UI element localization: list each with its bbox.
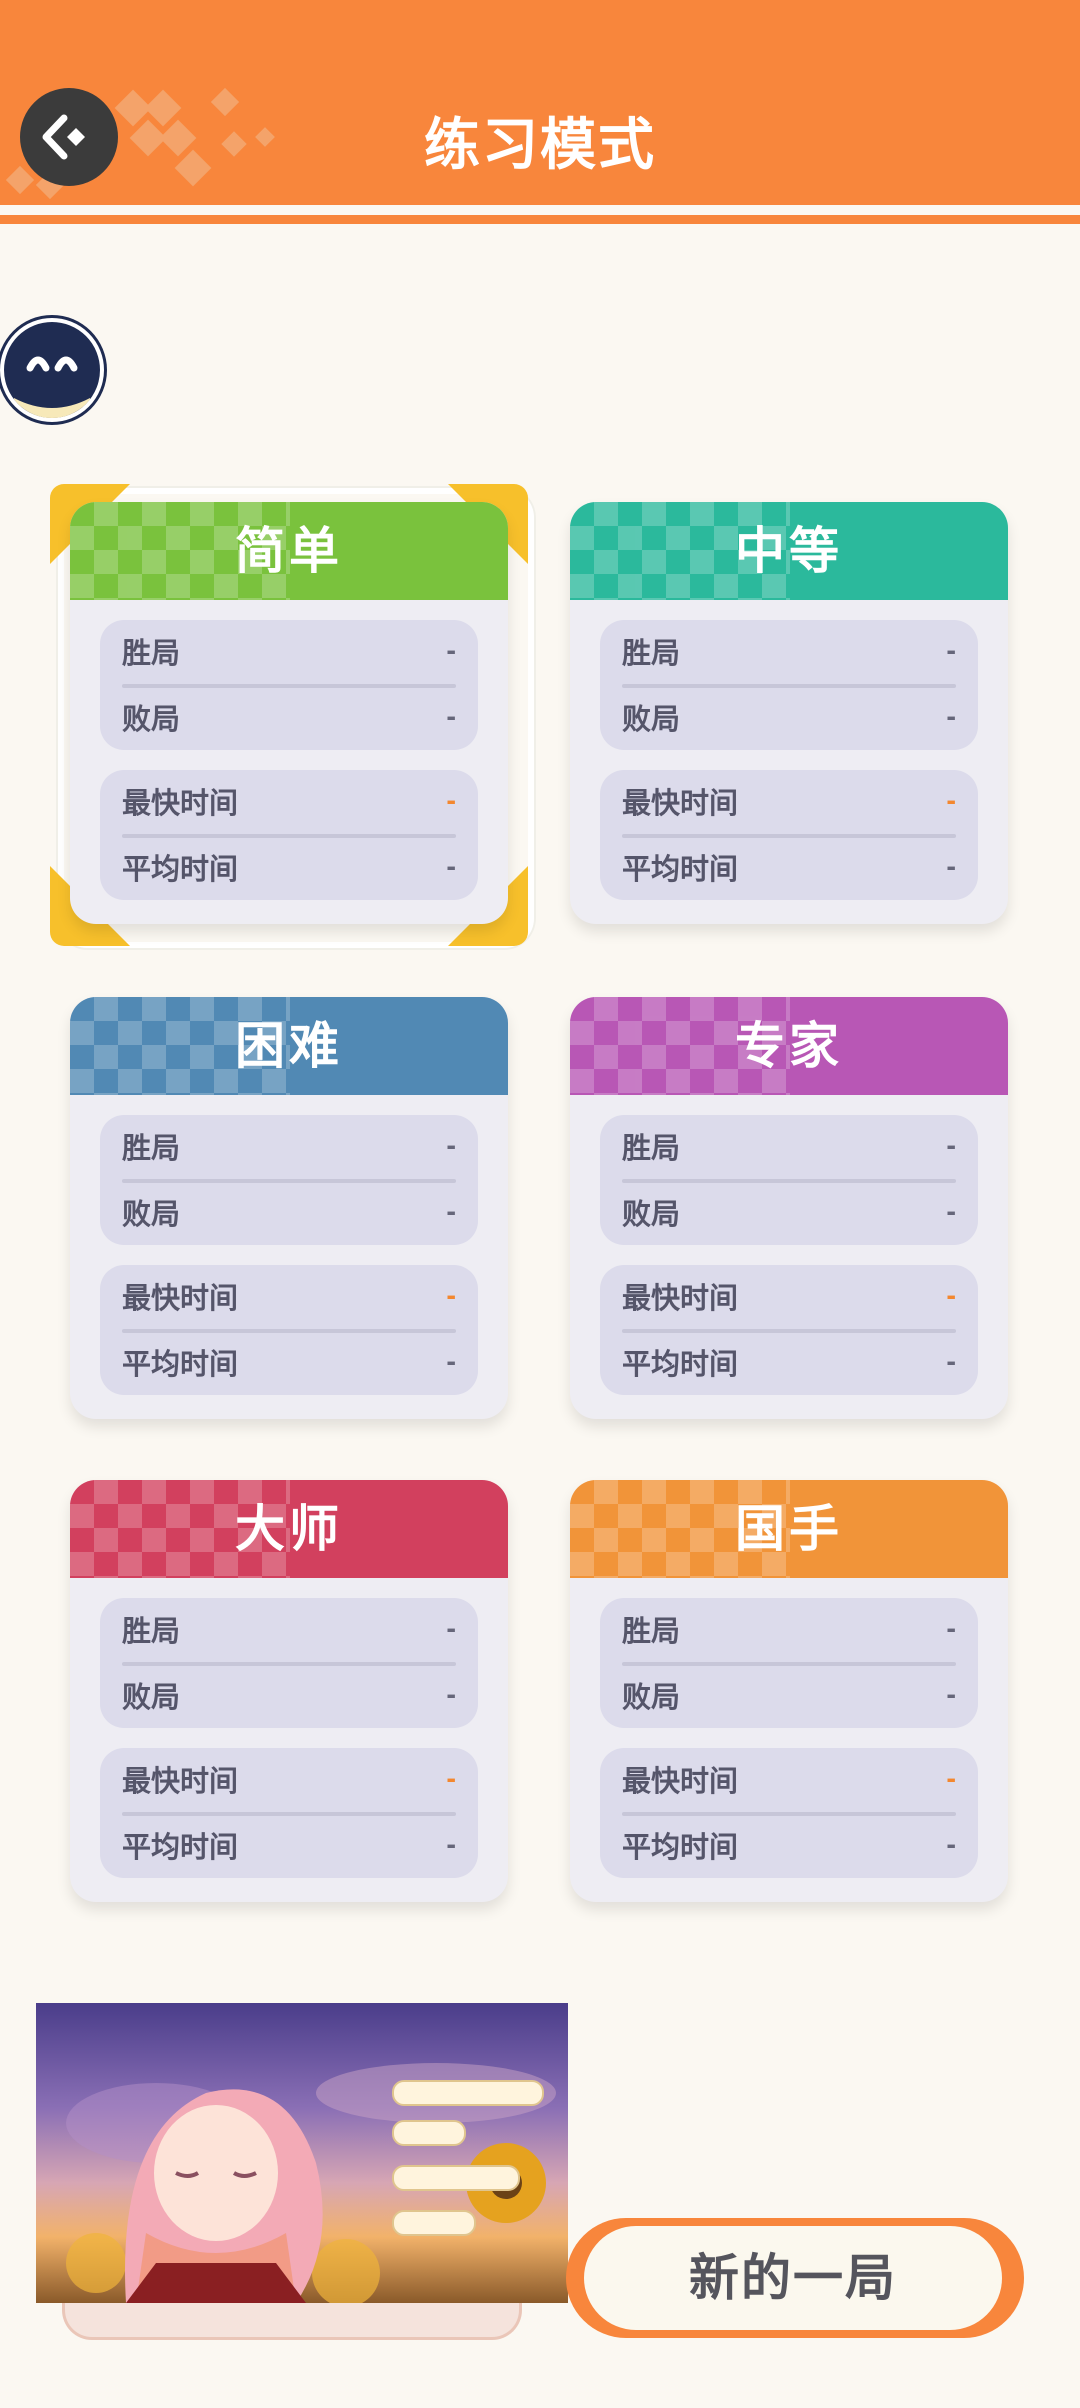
fastest-value: - — [446, 1279, 456, 1312]
card-title: 简单 — [235, 523, 343, 579]
avg-label: 平均时间 — [622, 1832, 739, 1864]
header-underline — [0, 215, 1080, 224]
difficulty-card-medium[interactable]: 中等 胜局 - 败局 - 最快时间 - 平均时间 - — [570, 502, 1008, 924]
new-game-button[interactable]: 新的一局 — [584, 2226, 1002, 2330]
time-panel: 最快时间 - 平均时间 - — [600, 770, 978, 900]
loss-value: - — [446, 1678, 456, 1711]
win-label: 胜局 — [622, 1616, 681, 1648]
loss-label: 败局 — [122, 704, 181, 736]
fastest-label: 最快时间 — [122, 1766, 239, 1798]
fastest-label: 最快时间 — [122, 1283, 239, 1315]
card-title: 专家 — [735, 1018, 843, 1074]
card-header: 中等 — [570, 502, 1008, 600]
chat-bubble — [392, 2210, 476, 2236]
avg-value: - — [446, 1345, 456, 1378]
fastest-value: - — [446, 1762, 456, 1795]
difficulty-card-grandmaster[interactable]: 国手 胜局 - 败局 - 最快时间 - 平均时间 - — [570, 1480, 1008, 1902]
result-panel: 胜局 - 败局 - — [100, 1115, 478, 1245]
win-value: - — [446, 1612, 456, 1645]
avatar-face-icon — [14, 356, 90, 418]
loss-label: 败局 — [622, 1682, 681, 1714]
card-header: 专家 — [570, 997, 1008, 1095]
loss-label: 败局 — [622, 704, 681, 736]
result-panel: 胜局 - 败局 - — [600, 1115, 978, 1245]
win-label: 胜局 — [122, 1133, 181, 1165]
chat-bubble — [392, 2080, 544, 2106]
fastest-value: - — [946, 1279, 956, 1312]
fastest-value: - — [946, 1762, 956, 1795]
result-panel: 胜局 - 败局 - — [600, 1598, 978, 1728]
loss-value: - — [446, 1195, 456, 1228]
loss-value: - — [446, 700, 456, 733]
time-panel: 最快时间 - 平均时间 - — [600, 1265, 978, 1395]
win-label: 胜局 — [622, 638, 681, 670]
page-title: 练习模式 — [424, 113, 656, 176]
time-panel: 最快时间 - 平均时间 - — [100, 1748, 478, 1878]
win-label: 胜局 — [122, 638, 181, 670]
difficulty-card-master[interactable]: 大师 胜局 - 败局 - 最快时间 - 平均时间 - — [70, 1480, 508, 1902]
result-panel: 胜局 - 败局 - — [600, 620, 978, 750]
avg-value: - — [946, 1345, 956, 1378]
win-value: - — [946, 1612, 956, 1645]
win-value: - — [946, 1129, 956, 1162]
card-header: 困难 — [70, 997, 508, 1095]
fastest-value: - — [446, 784, 456, 817]
difficulty-card-expert[interactable]: 专家 胜局 - 败局 - 最快时间 - 平均时间 - — [570, 997, 1008, 1419]
avg-label: 平均时间 — [122, 854, 239, 886]
result-panel: 胜局 - 败局 - — [100, 1598, 478, 1728]
avg-label: 平均时间 — [622, 1349, 739, 1381]
floating-video-overlay[interactable] — [36, 2003, 568, 2303]
card-title: 中等 — [735, 523, 843, 579]
avatar[interactable] — [0, 318, 104, 422]
fastest-label: 最快时间 — [622, 788, 739, 820]
loss-label: 败局 — [122, 1682, 181, 1714]
card-header: 简单 — [70, 502, 508, 600]
header-divider — [0, 205, 1080, 215]
loss-value: - — [946, 1678, 956, 1711]
chat-bubble — [392, 2165, 520, 2191]
difficulty-card-hard[interactable]: 困难 胜局 - 败局 - 最快时间 - 平均时间 - — [70, 997, 508, 1419]
win-label: 胜局 — [622, 1133, 681, 1165]
avg-value: - — [446, 1828, 456, 1861]
avg-value: - — [946, 850, 956, 883]
card-header: 大师 — [70, 1480, 508, 1578]
card-title: 大师 — [235, 1501, 343, 1557]
card-title: 国手 — [735, 1501, 843, 1557]
loss-label: 败局 — [122, 1199, 181, 1231]
card-title: 困难 — [235, 1018, 343, 1074]
time-panel: 最快时间 - 平均时间 - — [100, 770, 478, 900]
hidden-button-edge[interactable] — [62, 2303, 522, 2340]
win-label: 胜局 — [122, 1616, 181, 1648]
fastest-label: 最快时间 — [622, 1283, 739, 1315]
loss-value: - — [946, 700, 956, 733]
avg-label: 平均时间 — [622, 854, 739, 886]
card-header: 国手 — [570, 1480, 1008, 1578]
win-value: - — [446, 634, 456, 667]
avg-value: - — [446, 850, 456, 883]
chat-bubble — [392, 2120, 466, 2146]
fastest-label: 最快时间 — [122, 788, 239, 820]
avg-label: 平均时间 — [122, 1832, 239, 1864]
time-panel: 最快时间 - 平均时间 - — [600, 1748, 978, 1878]
difficulty-card-easy[interactable]: 简单 胜局 - 败局 - 最快时间 - 平均时间 - — [70, 502, 508, 924]
avg-label: 平均时间 — [122, 1349, 239, 1381]
avg-value: - — [946, 1828, 956, 1861]
loss-label: 败局 — [622, 1199, 681, 1231]
time-panel: 最快时间 - 平均时间 - — [100, 1265, 478, 1395]
result-panel: 胜局 - 败局 - — [100, 620, 478, 750]
fastest-value: - — [946, 784, 956, 817]
win-value: - — [946, 634, 956, 667]
fastest-label: 最快时间 — [622, 1766, 739, 1798]
video-scene-image — [66, 2063, 556, 2303]
loss-value: - — [946, 1195, 956, 1228]
win-value: - — [446, 1129, 456, 1162]
